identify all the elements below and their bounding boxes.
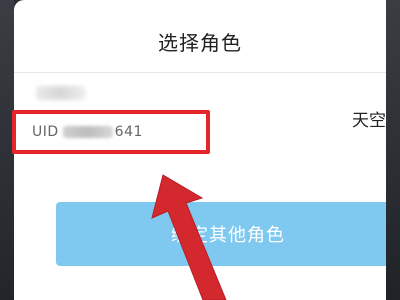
server-name: 天空	[352, 111, 386, 131]
blurred-role-name	[36, 86, 86, 100]
background-right-edge	[386, 0, 400, 300]
bind-other-role-button[interactable]: 绑定其他角色	[56, 202, 400, 266]
title-divider	[14, 72, 386, 73]
uid-highlight-box	[12, 110, 210, 154]
dialog-title: 选择角色	[158, 31, 242, 55]
